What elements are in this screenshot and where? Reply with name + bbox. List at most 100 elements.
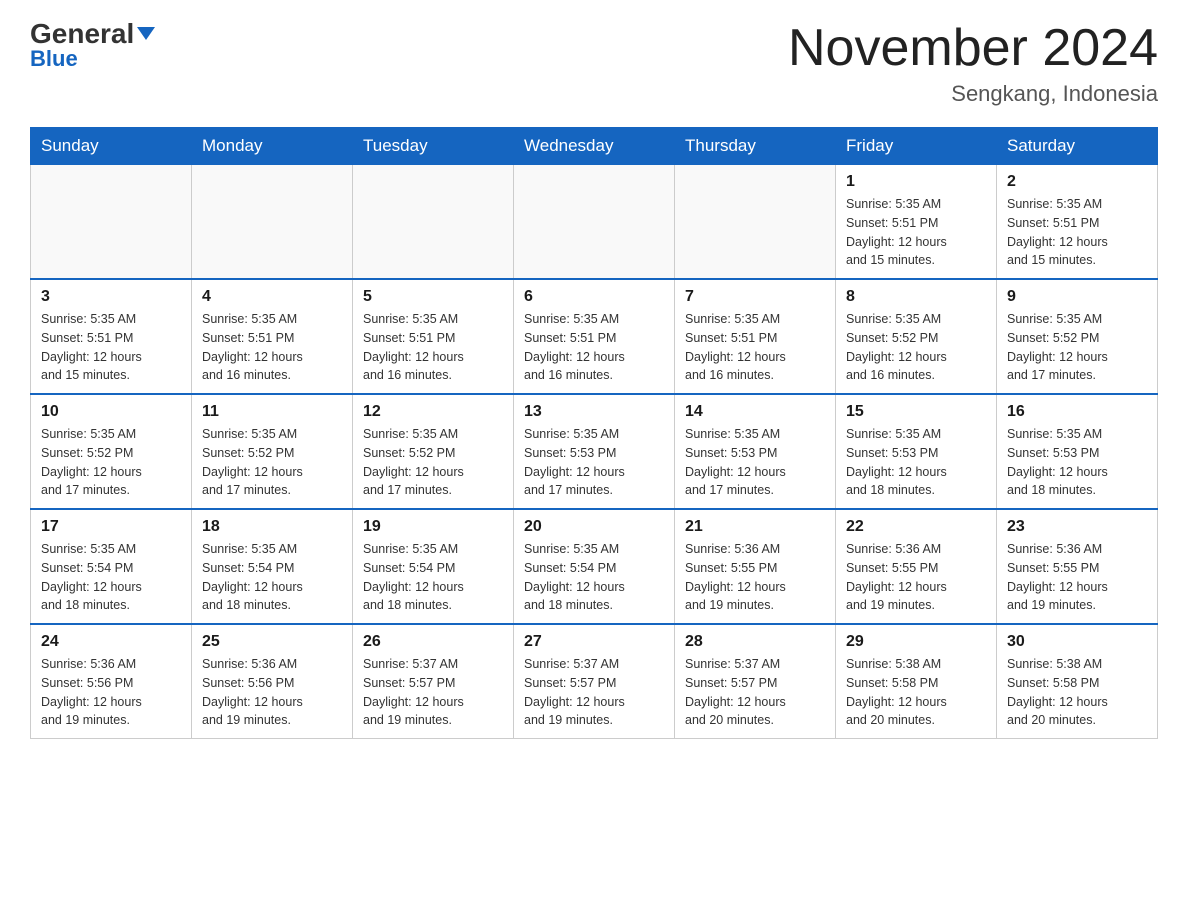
day-info: Sunrise: 5:35 AMSunset: 5:52 PMDaylight:… [846, 310, 986, 385]
calendar-day-cell: 25 Sunrise: 5:36 AMSunset: 5:56 PMDayligh… [192, 624, 353, 739]
day-number: 1 [846, 173, 986, 191]
calendar-day-cell: 10Sunrise: 5:35 AMSunset: 5:52 PMDayligh… [31, 394, 192, 509]
day-info: Sunrise: 5:35 AMSunset: 5:51 PMDaylight:… [363, 310, 503, 385]
calendar-day-cell [675, 165, 836, 280]
calendar-day-cell: 30 Sunrise: 5:38 AMSunset: 5:58 PMDayligh… [997, 624, 1158, 739]
calendar-day-cell: 4 Sunrise: 5:35 AMSunset: 5:51 PMDaylight… [192, 279, 353, 394]
calendar-header-wednesday: Wednesday [514, 128, 675, 165]
day-number: 23 [1007, 518, 1147, 536]
day-info: Sunrise: 5:35 AMSunset: 5:53 PMDaylight:… [846, 425, 986, 500]
calendar-day-cell: 11 Sunrise: 5:35 AMSunset: 5:52 PMDayligh… [192, 394, 353, 509]
day-info: Sunrise: 5:35 AMSunset: 5:54 PMDaylight:… [524, 540, 664, 615]
day-number: 6 [524, 288, 664, 306]
day-info: Sunrise: 5:35 AMSunset: 5:51 PMDaylight:… [1007, 195, 1147, 270]
day-info: Sunrise: 5:36 AMSunset: 5:55 PMDaylight:… [1007, 540, 1147, 615]
calendar-week-row: 24Sunrise: 5:36 AMSunset: 5:56 PMDayligh… [31, 624, 1158, 739]
day-number: 16 [1007, 403, 1147, 421]
day-number: 26 [363, 633, 503, 651]
day-info: Sunrise: 5:37 AMSunset: 5:57 PMDaylight:… [685, 655, 825, 730]
calendar-day-cell: 21 Sunrise: 5:36 AMSunset: 5:55 PMDayligh… [675, 509, 836, 624]
month-title: November 2024 [788, 20, 1158, 77]
day-number: 19 [363, 518, 503, 536]
calendar-day-cell: 7 Sunrise: 5:35 AMSunset: 5:51 PMDaylight… [675, 279, 836, 394]
calendar-day-cell: 28 Sunrise: 5:37 AMSunset: 5:57 PMDayligh… [675, 624, 836, 739]
day-number: 8 [846, 288, 986, 306]
calendar-day-cell [514, 165, 675, 280]
day-info: Sunrise: 5:35 AMSunset: 5:51 PMDaylight:… [202, 310, 342, 385]
calendar-day-cell: 24Sunrise: 5:36 AMSunset: 5:56 PMDayligh… [31, 624, 192, 739]
day-number: 18 [202, 518, 342, 536]
day-number: 3 [41, 288, 181, 306]
day-number: 25 [202, 633, 342, 651]
calendar-header-friday: Friday [836, 128, 997, 165]
day-number: 5 [363, 288, 503, 306]
day-number: 11 [202, 403, 342, 421]
day-number: 30 [1007, 633, 1147, 651]
day-info: Sunrise: 5:35 AMSunset: 5:54 PMDaylight:… [363, 540, 503, 615]
title-section: November 2024 Sengkang, Indonesia [788, 20, 1158, 107]
calendar-day-cell: 13 Sunrise: 5:35 AMSunset: 5:53 PMDayligh… [514, 394, 675, 509]
calendar-day-cell: 17 Sunrise: 5:35 AMSunset: 5:54 PMDayligh… [31, 509, 192, 624]
day-info: Sunrise: 5:35 AMSunset: 5:51 PMDaylight:… [685, 310, 825, 385]
calendar-day-cell: 27Sunrise: 5:37 AMSunset: 5:57 PMDayligh… [514, 624, 675, 739]
calendar-day-cell: 23 Sunrise: 5:36 AMSunset: 5:55 PMDayligh… [997, 509, 1158, 624]
calendar-header-monday: Monday [192, 128, 353, 165]
day-info: Sunrise: 5:35 AMSunset: 5:53 PMDaylight:… [1007, 425, 1147, 500]
day-info: Sunrise: 5:37 AMSunset: 5:57 PMDaylight:… [363, 655, 503, 730]
calendar-day-cell: 18 Sunrise: 5:35 AMSunset: 5:54 PMDayligh… [192, 509, 353, 624]
day-info: Sunrise: 5:35 AMSunset: 5:51 PMDaylight:… [524, 310, 664, 385]
calendar-week-row: 1 Sunrise: 5:35 AMSunset: 5:51 PMDaylight… [31, 165, 1158, 280]
day-info: Sunrise: 5:37 AMSunset: 5:57 PMDaylight:… [524, 655, 664, 730]
logo: General Blue [30, 20, 155, 72]
day-info: Sunrise: 5:35 AMSunset: 5:52 PMDaylight:… [1007, 310, 1147, 385]
calendar-day-cell: 8 Sunrise: 5:35 AMSunset: 5:52 PMDaylight… [836, 279, 997, 394]
calendar-day-cell: 5 Sunrise: 5:35 AMSunset: 5:51 PMDaylight… [353, 279, 514, 394]
day-number: 21 [685, 518, 825, 536]
day-number: 28 [685, 633, 825, 651]
calendar-day-cell: 9Sunrise: 5:35 AMSunset: 5:52 PMDaylight… [997, 279, 1158, 394]
day-info: Sunrise: 5:36 AMSunset: 5:55 PMDaylight:… [846, 540, 986, 615]
day-number: 13 [524, 403, 664, 421]
day-number: 14 [685, 403, 825, 421]
calendar-day-cell: 20Sunrise: 5:35 AMSunset: 5:54 PMDayligh… [514, 509, 675, 624]
calendar-day-cell: 6 Sunrise: 5:35 AMSunset: 5:51 PMDaylight… [514, 279, 675, 394]
calendar-day-cell: 1Sunrise: 5:35 AMSunset: 5:51 PMDaylight… [836, 165, 997, 280]
day-info: Sunrise: 5:35 AMSunset: 5:52 PMDaylight:… [363, 425, 503, 500]
day-number: 12 [363, 403, 503, 421]
calendar-day-cell: 16 Sunrise: 5:35 AMSunset: 5:53 PMDayligh… [997, 394, 1158, 509]
calendar-day-cell: 12 Sunrise: 5:35 AMSunset: 5:52 PMDayligh… [353, 394, 514, 509]
calendar-header-row: SundayMondayTuesdayWednesdayThursdayFrid… [31, 128, 1158, 165]
calendar-day-cell [31, 165, 192, 280]
calendar-header-sunday: Sunday [31, 128, 192, 165]
page-header: General Blue November 2024 Sengkang, Ind… [30, 20, 1158, 107]
day-number: 17 [41, 518, 181, 536]
calendar-table: SundayMondayTuesdayWednesdayThursdayFrid… [30, 127, 1158, 739]
day-info: Sunrise: 5:36 AMSunset: 5:55 PMDaylight:… [685, 540, 825, 615]
day-number: 7 [685, 288, 825, 306]
calendar-header-saturday: Saturday [997, 128, 1158, 165]
day-number: 4 [202, 288, 342, 306]
calendar-day-cell: 19 Sunrise: 5:35 AMSunset: 5:54 PMDayligh… [353, 509, 514, 624]
day-info: Sunrise: 5:35 AMSunset: 5:54 PMDaylight:… [41, 540, 181, 615]
calendar-day-cell [192, 165, 353, 280]
logo-blue: Blue [30, 46, 78, 72]
day-info: Sunrise: 5:35 AMSunset: 5:53 PMDaylight:… [685, 425, 825, 500]
calendar-day-cell: 14 Sunrise: 5:35 AMSunset: 5:53 PMDayligh… [675, 394, 836, 509]
calendar-day-cell: 22Sunrise: 5:36 AMSunset: 5:55 PMDayligh… [836, 509, 997, 624]
day-info: Sunrise: 5:35 AMSunset: 5:54 PMDaylight:… [202, 540, 342, 615]
location: Sengkang, Indonesia [788, 81, 1158, 107]
day-info: Sunrise: 5:38 AMSunset: 5:58 PMDaylight:… [1007, 655, 1147, 730]
day-info: Sunrise: 5:35 AMSunset: 5:53 PMDaylight:… [524, 425, 664, 500]
logo-general: General [30, 20, 155, 48]
calendar-day-cell: 3Sunrise: 5:35 AMSunset: 5:51 PMDaylight… [31, 279, 192, 394]
calendar-header-thursday: Thursday [675, 128, 836, 165]
day-info: Sunrise: 5:36 AMSunset: 5:56 PMDaylight:… [202, 655, 342, 730]
calendar-week-row: 10 Sunrise: 5:35 AMSunset: 5:52 PMDayligh… [31, 394, 1158, 509]
calendar-day-cell: 26 Sunrise: 5:37 AMSunset: 5:57 PMDayligh… [353, 624, 514, 739]
day-number: 10 [41, 403, 181, 421]
day-info: Sunrise: 5:38 AMSunset: 5:58 PMDaylight:… [846, 655, 986, 730]
calendar-day-cell: 15 Sunrise: 5:35 AMSunset: 5:53 PMDayligh… [836, 394, 997, 509]
calendar-day-cell: 2Sunrise: 5:35 AMSunset: 5:51 PMDaylight… [997, 165, 1158, 280]
day-info: Sunrise: 5:35 AMSunset: 5:52 PMDaylight:… [202, 425, 342, 500]
day-number: 15 [846, 403, 986, 421]
